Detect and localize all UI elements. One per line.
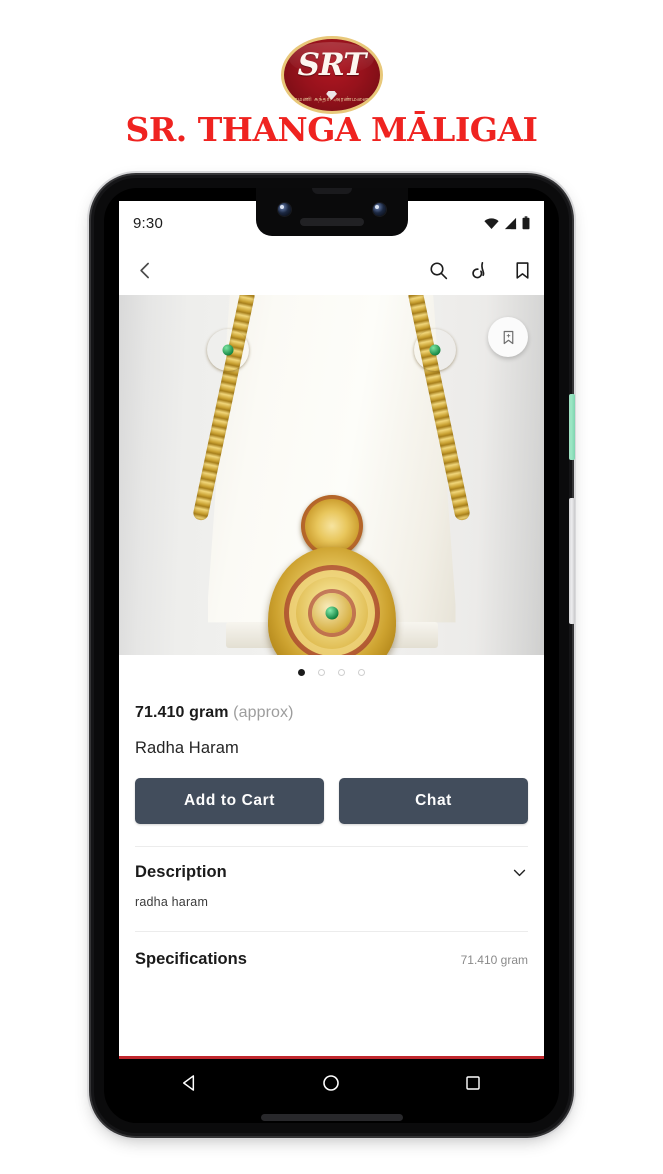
specifications-header[interactable]: Specifications 71.410 gram xyxy=(135,932,528,969)
nav-recents-button[interactable] xyxy=(451,1061,495,1105)
power-button[interactable] xyxy=(569,394,575,460)
emerald-gem-icon xyxy=(222,344,234,356)
page-root: SRT ரமணி சுந்தரி அரண்மனை SR. THANGA MĀLI… xyxy=(0,0,663,1174)
share-icon xyxy=(472,262,485,279)
page-title: SR. THANGA MĀLIGAI xyxy=(125,110,538,149)
product-weight: 71.410 gram (approx) xyxy=(135,688,528,722)
circle-home-icon xyxy=(323,1074,340,1091)
description-title: Description xyxy=(135,863,227,881)
cellular-signal-icon xyxy=(504,217,517,229)
phone-body: 9:30 71.410 gram (approx) Radha Haram Ad… xyxy=(104,188,559,1123)
status-time: 9:30 xyxy=(133,214,163,232)
android-nav-bar xyxy=(119,1059,544,1106)
carousel-dot-2[interactable] xyxy=(318,668,325,676)
product-name: Radha Haram xyxy=(135,739,239,757)
battery-icon xyxy=(522,216,530,230)
carousel-dots[interactable] xyxy=(119,655,544,689)
share-button[interactable] xyxy=(460,250,500,290)
triangle-back-icon xyxy=(182,1074,194,1091)
camera-glint xyxy=(279,204,284,209)
brand-header: SRT ரமணி சுந்தரி அரண்மனை SR. THANGA MĀLI… xyxy=(0,0,663,180)
front-camera-right-icon xyxy=(372,203,386,216)
logo-monogram: SRT xyxy=(297,47,367,83)
back-button[interactable] xyxy=(125,250,165,290)
nav-home-button[interactable] xyxy=(309,1061,353,1105)
back-chevron-icon xyxy=(139,262,149,278)
nav-back-button[interactable] xyxy=(168,1061,212,1105)
description-body: radha haram xyxy=(135,895,209,909)
square-recents-icon xyxy=(466,1075,480,1090)
product-weight-note: (approx) xyxy=(233,704,294,721)
top-speaker-slot xyxy=(311,188,352,194)
carousel-dot-3[interactable] xyxy=(338,668,345,676)
status-icon-group xyxy=(484,216,530,230)
necklace-bead-left xyxy=(207,329,249,371)
specifications-value: 71.410 gram xyxy=(460,952,528,967)
search-icon xyxy=(429,261,447,279)
front-camera-left-icon xyxy=(277,203,291,216)
phone-screen: 9:30 71.410 gram (approx) Radha Haram Ad… xyxy=(119,201,544,1059)
wifi-icon xyxy=(484,217,499,229)
carousel-dot-4[interactable] xyxy=(358,668,365,676)
phone-notch xyxy=(255,188,408,236)
logo-oval-shape: SRT ரமணி சுந்தரி அரண்மனை xyxy=(280,36,383,114)
app-bar xyxy=(119,245,544,295)
earpiece-speaker xyxy=(299,218,364,226)
emerald-gem-icon xyxy=(429,344,441,356)
save-product-button[interactable] xyxy=(488,317,528,357)
phone-device: 9:30 71.410 gram (approx) Radha Haram Ad… xyxy=(94,178,575,1133)
bottom-speaker-grille xyxy=(260,1114,403,1121)
product-image-carousel[interactable] xyxy=(119,295,544,655)
search-button[interactable] xyxy=(418,250,458,290)
chat-button[interactable]: Chat xyxy=(339,778,528,824)
bookmark-icon xyxy=(515,261,529,279)
product-info-panel: 71.410 gram (approx) Radha Haram Add to … xyxy=(119,687,544,969)
volume-rocker-button[interactable] xyxy=(569,498,575,624)
product-weight-value: 71.410 gram xyxy=(135,704,229,721)
brand-logo: SRT ரமணி சுந்தரி அரண்மனை xyxy=(280,36,383,114)
necklace-bead-right xyxy=(414,329,456,371)
bookmark-save-icon xyxy=(503,330,513,344)
pendant-emerald-gem xyxy=(325,606,338,620)
carousel-dot-1[interactable] xyxy=(298,668,305,676)
bookmark-button[interactable] xyxy=(502,250,542,290)
product-photo xyxy=(119,295,544,655)
description-header[interactable]: Description xyxy=(135,847,528,882)
product-action-buttons: Add to Cart Chat xyxy=(135,758,528,824)
logo-tamil-text: ரமணி சுந்தரி அரண்மனை xyxy=(294,96,369,103)
chevron-down-icon[interactable] xyxy=(511,864,528,881)
camera-glint xyxy=(374,204,379,209)
add-to-cart-button[interactable]: Add to Cart xyxy=(135,778,324,824)
specifications-title: Specifications xyxy=(135,950,247,968)
